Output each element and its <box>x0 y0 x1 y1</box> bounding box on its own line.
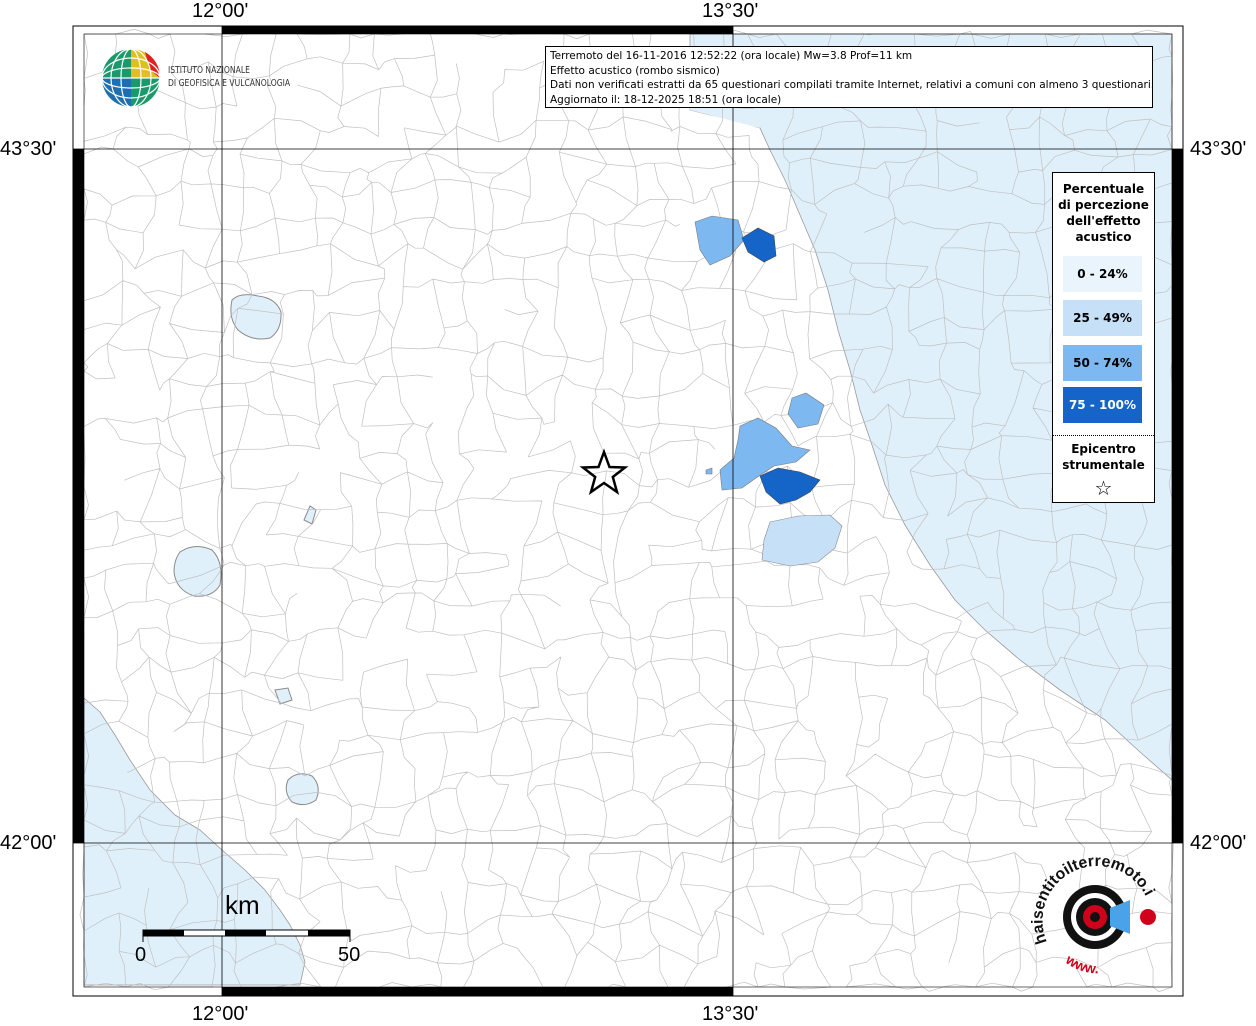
lake-vico <box>285 773 319 806</box>
axis-label-left-bottom: 42°00' <box>0 832 57 854</box>
legend-title-line-1: Percentuale <box>1062 182 1145 196</box>
info-line-4: Aggiornato il: 18-12-2025 18:51 (ora loc… <box>550 93 782 106</box>
legend-item-50-74: 50 - 74% <box>1063 345 1142 381</box>
event-info-box: Terremoto del 16-11-2016 12:52:22 (ora l… <box>545 46 1153 108</box>
scale-max: 50 <box>338 944 361 966</box>
legend-item-0-24: 0 - 24% <box>1063 256 1142 292</box>
legend-epicenter-line-2: strumentale <box>1062 458 1145 472</box>
legend-epicenter-label: Epicentro strumentale <box>1053 441 1154 473</box>
legend-item-label: 25 - 49% <box>1073 311 1132 325</box>
haisentito-badge-text: haisentitoilterremoto.it www. <box>1025 847 1157 977</box>
scale-unit: km <box>225 890 260 920</box>
legend-title-line-3: dell'effetto <box>1066 214 1141 228</box>
scale-min: 0 <box>135 944 147 966</box>
legend-item-label: 50 - 74% <box>1073 356 1132 370</box>
axis-label-bottom-right: 13°30' <box>702 1003 759 1025</box>
info-line-2: Effetto acustico (rombo sismico) <box>550 64 720 77</box>
axis-label-right-bottom: 42°00' <box>1190 832 1247 854</box>
ingv-logo-text: ISTITUTO NAZIONALE DI GEOFISICA E VULCAN… <box>168 64 290 90</box>
logo-line-1: ISTITUTO NAZIONALE <box>168 65 250 76</box>
legend-separator <box>1053 435 1154 436</box>
legend-title-line-2: di percezione <box>1058 198 1149 212</box>
info-line-3: Dati non verificati estratti da 65 quest… <box>550 79 1153 91</box>
legend-item-75-100: 75 - 100% <box>1063 387 1142 423</box>
legend: Percentuale di percezione dell'effetto a… <box>1052 172 1155 503</box>
legend-title: Percentuale di percezione dell'effetto a… <box>1053 181 1154 245</box>
axis-label-right-top: 43°30' <box>1190 138 1247 160</box>
legend-star-icon: ☆ <box>1094 476 1113 500</box>
legend-title-line-4: acustico <box>1075 230 1132 244</box>
logo-line-2: DI GEOFISICA E VULCANOLOGIA <box>168 78 291 89</box>
axis-label-top-left: 12°00' <box>192 0 249 22</box>
axis-label-bottom-left: 12°00' <box>192 1003 249 1025</box>
lake-bolsena <box>173 546 222 597</box>
legend-item-label: 75 - 100% <box>1068 398 1137 412</box>
legend-item-25-49: 25 - 49% <box>1063 300 1142 336</box>
info-line-1: Terremoto del 16-11-2016 12:52:22 (ora l… <box>550 50 913 62</box>
badge-text-bottom: www. <box>1062 951 1098 977</box>
ingv-logo-icon <box>101 48 161 108</box>
legend-item-label: 0 - 24% <box>1077 267 1128 281</box>
axis-label-left-top: 43°30' <box>0 138 57 160</box>
badge-text-top: haisentitoilterremoto.it <box>1025 847 1157 946</box>
axis-label-top-right: 13°30' <box>702 0 759 22</box>
legend-epicenter-line-1: Epicentro <box>1071 442 1136 456</box>
